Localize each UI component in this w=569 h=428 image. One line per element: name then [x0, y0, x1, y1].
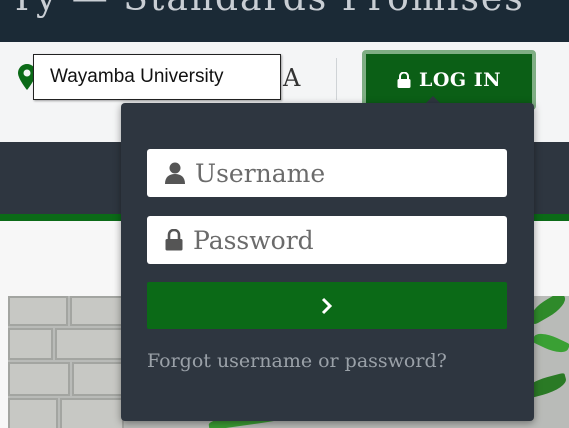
header-divider [336, 58, 337, 100]
password-input[interactable] [193, 225, 493, 255]
site-tagline: Ty — Standards Promises [10, 0, 525, 19]
chevron-right-icon [321, 297, 333, 314]
password-field[interactable] [147, 216, 507, 264]
lock-icon [165, 229, 183, 251]
submit-login-button[interactable] [147, 282, 507, 329]
top-banner: Ty — Standards Promises [0, 0, 569, 42]
site-name-fragment: A [283, 64, 301, 92]
user-icon [165, 162, 185, 184]
username-input[interactable] [195, 158, 495, 188]
lock-icon [397, 72, 411, 88]
username-field[interactable] [147, 149, 507, 197]
tooltip-text: Wayamba University [50, 66, 224, 87]
tooltip: Wayamba University [33, 54, 281, 100]
forgot-credentials-link[interactable]: Forgot username or password? [147, 350, 447, 372]
login-button-label: LOG IN [418, 69, 501, 91]
login-button[interactable]: LOG IN [362, 50, 536, 110]
page: Ty — Standards Promises A LOG IN Wa [0, 0, 569, 428]
